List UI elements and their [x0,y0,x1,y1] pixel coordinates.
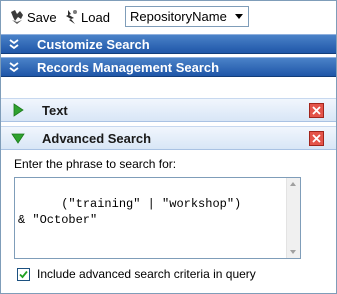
triangle-down-icon [11,131,25,145]
double-chevron-down-icon [8,61,20,73]
include-criteria-label: Include advanced search criteria in quer… [37,267,256,281]
repository-select-value: RepositoryName [130,9,227,24]
text-panel-title: Text [42,102,68,118]
customize-search-section[interactable]: Customize Search [1,34,336,54]
include-criteria-checkbox[interactable] [17,267,30,281]
save-button[interactable]: Save [9,9,57,25]
toolbar: Save Load RepositoryName [1,1,336,33]
customize-search-label: Customize Search [37,36,150,52]
advanced-search-panel-header[interactable]: Advanced Search [1,126,336,150]
save-icon [9,9,25,25]
text-panel-header[interactable]: Text [1,98,336,122]
scroll-up-icon[interactable] [290,182,296,186]
load-button[interactable]: Load [63,9,110,25]
search-phrase-textarea[interactable]: ("training" | "workshop") & "October" [14,177,301,259]
search-panel: Save Load RepositoryName Customize Searc… [0,0,337,294]
search-phrase-prompt: Enter the phrase to search for: [14,157,177,171]
repository-select[interactable]: RepositoryName [125,6,249,27]
double-chevron-down-icon [8,38,20,50]
triangle-right-icon [11,103,25,117]
close-icon[interactable] [309,131,324,146]
load-label: Load [81,9,110,25]
chevron-down-icon [235,14,243,19]
load-icon [63,9,79,25]
search-phrase-value: ("training" | "workshop") & "October" [18,197,242,227]
textarea-scrollbar[interactable] [286,178,300,258]
checkmark-icon [19,270,28,278]
advanced-search-panel-title: Advanced Search [42,130,152,146]
save-label: Save [27,9,57,25]
records-management-search-section[interactable]: Records Management Search [1,57,336,77]
scroll-down-icon[interactable] [290,250,296,254]
include-criteria-row: Include advanced search criteria in quer… [17,267,256,281]
close-icon[interactable] [309,103,324,118]
advanced-search-panel-body: Enter the phrase to search for: ("traini… [1,151,336,293]
records-management-search-label: Records Management Search [37,59,220,75]
